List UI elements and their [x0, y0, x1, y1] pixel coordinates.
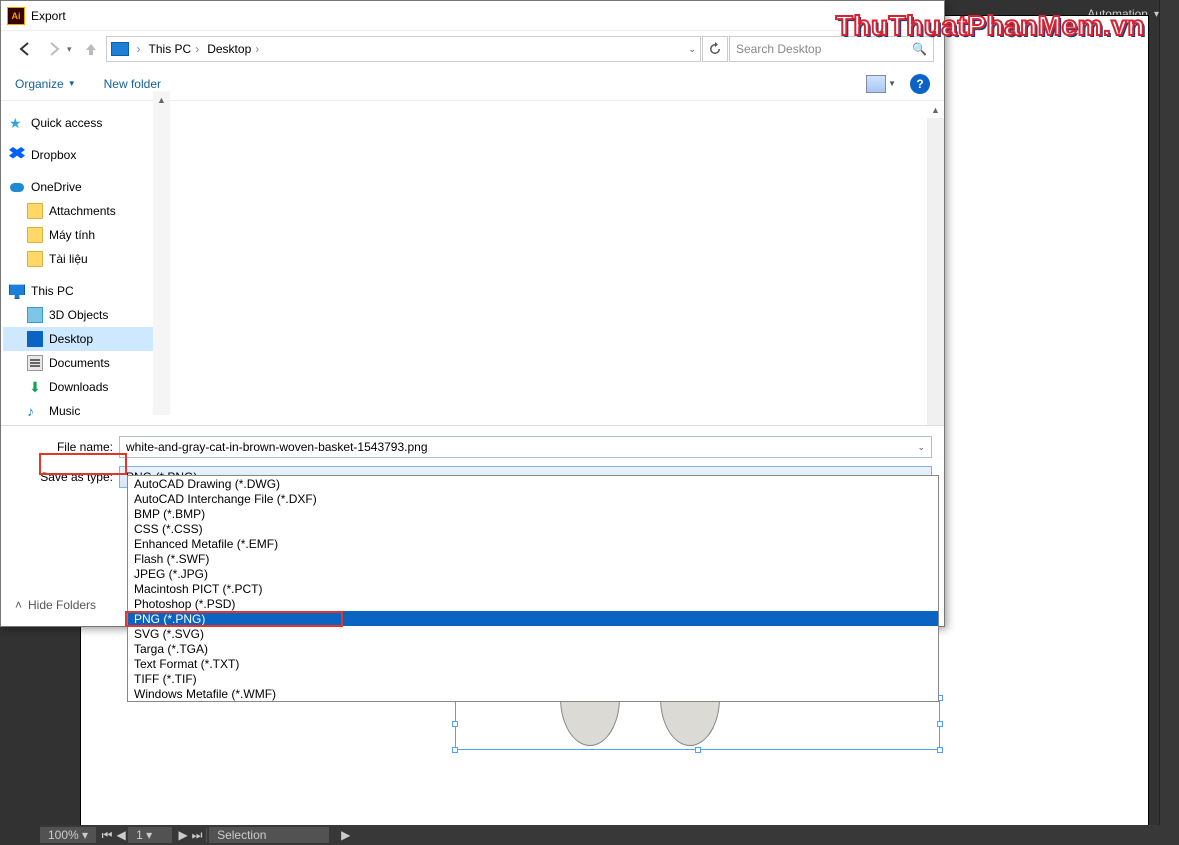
folder-icon: [27, 227, 43, 243]
folder-icon: [27, 203, 43, 219]
tree-item[interactable]: Attachments: [3, 199, 153, 223]
save-type-option[interactable]: Text Format (*.TXT): [128, 656, 938, 671]
scrollbar[interactable]: ▲: [927, 101, 944, 425]
nav-pane: ★Quick access Dropbox OneDrive Attachmen…: [1, 101, 153, 425]
new-folder-button[interactable]: New folder: [104, 77, 161, 91]
back-button[interactable]: [11, 35, 39, 63]
save-type-option[interactable]: Flash (*.SWF): [128, 551, 938, 566]
organize-menu[interactable]: Organize▼: [15, 77, 76, 91]
file-list[interactable]: ▲: [153, 101, 944, 425]
save-type-option[interactable]: CSS (*.CSS): [128, 521, 938, 536]
selection-box[interactable]: [455, 698, 940, 750]
app-right-panel: [1159, 0, 1179, 845]
tree-item[interactable]: ♪Music: [3, 399, 153, 423]
save-type-dropdown[interactable]: AutoCAD Drawing (*.DWG)AutoCAD Interchan…: [127, 475, 939, 702]
tree-onedrive[interactable]: OneDrive: [3, 175, 153, 199]
tree-item[interactable]: ⬇Downloads: [3, 375, 153, 399]
nav-next-icon[interactable]: ▶: [176, 828, 190, 842]
tree-item[interactable]: 3D Objects: [3, 303, 153, 327]
save-type-option[interactable]: AutoCAD Interchange File (*.DXF): [128, 491, 938, 506]
save-type-option[interactable]: Windows Metafile (*.WMF): [128, 686, 938, 701]
nav-prev-icon[interactable]: ◀: [114, 828, 128, 842]
dropbox-icon: [9, 147, 25, 163]
refresh-button[interactable]: [702, 36, 728, 62]
view-button[interactable]: [866, 75, 886, 93]
save-type-option[interactable]: Photoshop (*.PSD): [128, 596, 938, 611]
selection-handle[interactable]: [937, 721, 943, 727]
tree-dropbox[interactable]: Dropbox: [3, 143, 153, 167]
hide-folders-button[interactable]: ˄ Hide Folders: [15, 598, 96, 612]
tree-item[interactable]: Tài liệu: [3, 247, 153, 271]
tree-quick-access[interactable]: ★Quick access: [3, 111, 153, 135]
cube-icon: [27, 307, 43, 323]
dialog-title: Export: [31, 9, 66, 23]
nav-scrollbar[interactable]: ▲: [153, 91, 170, 415]
save-type-option[interactable]: SVG (*.SVG): [128, 626, 938, 641]
tree-item[interactable]: Documents: [3, 351, 153, 375]
pc-icon: [111, 42, 129, 56]
nav-first-icon[interactable]: ⏮: [100, 828, 114, 843]
music-icon: ♪: [27, 403, 43, 419]
save-type-option[interactable]: BMP (*.BMP): [128, 506, 938, 521]
pc-icon: [9, 283, 25, 299]
search-placeholder: Search Desktop: [736, 42, 821, 56]
folder-icon: [27, 251, 43, 267]
search-icon: 🔍: [912, 42, 927, 56]
save-type-option[interactable]: Macintosh PICT (*.PCT): [128, 581, 938, 596]
scroll-left-icon[interactable]: ▶: [341, 828, 350, 842]
watermark: ThuThuatPhanMem.vn: [836, 10, 1145, 42]
breadcrumb[interactable]: This PC›: [149, 42, 204, 56]
status-mode[interactable]: Selection: [209, 827, 329, 843]
artboard-index[interactable]: 1 ▾: [128, 827, 172, 843]
download-icon: ⬇: [27, 379, 43, 395]
save-type-option[interactable]: PNG (*.PNG): [128, 611, 938, 626]
address-bar[interactable]: › This PC› Desktop› ⌄: [106, 36, 701, 62]
help-button[interactable]: ?: [910, 74, 930, 94]
nav-last-icon[interactable]: ⏭: [190, 828, 204, 843]
selection-handle[interactable]: [695, 747, 701, 753]
scroll-up-icon[interactable]: ▲: [927, 101, 944, 118]
save-type-label: Save as type:: [13, 470, 119, 484]
zoom-level[interactable]: 100% ▾: [40, 827, 96, 843]
dialog-body: ★Quick access Dropbox OneDrive Attachmen…: [1, 101, 944, 425]
address-dropdown-icon[interactable]: ⌄: [688, 44, 696, 55]
view-dropdown-icon[interactable]: ▼: [888, 79, 896, 88]
chevron-down-icon[interactable]: ⌄: [917, 442, 925, 453]
toolbar: Organize▼ New folder ▼ ?: [1, 67, 944, 101]
selection-handle[interactable]: [937, 747, 943, 753]
breadcrumb[interactable]: Desktop›: [207, 42, 263, 56]
save-type-option[interactable]: AutoCAD Drawing (*.DWG): [128, 476, 938, 491]
selection-handle[interactable]: [452, 747, 458, 753]
up-button[interactable]: [77, 35, 105, 63]
chevron-down-icon: ▾: [1154, 9, 1159, 20]
address-row: ▾ › This PC› Desktop› ⌄ Search Desktop 🔍: [1, 31, 944, 67]
selection-handle[interactable]: [452, 721, 458, 727]
save-type-option[interactable]: Targa (*.TGA): [128, 641, 938, 656]
save-type-option[interactable]: Enhanced Metafile (*.EMF): [128, 536, 938, 551]
file-name-input[interactable]: white-and-gray-cat-in-brown-woven-basket…: [119, 436, 932, 458]
dialog-titlebar: Ai Export: [1, 1, 944, 31]
document-icon: [27, 355, 43, 371]
save-type-option[interactable]: JPEG (*.JPG): [128, 566, 938, 581]
recent-locations[interactable]: ▾: [67, 44, 72, 55]
tree-this-pc[interactable]: This PC: [3, 279, 153, 303]
chevron-up-icon: ˄: [15, 598, 22, 612]
illustrator-icon: Ai: [7, 7, 25, 25]
status-bar: 100% ▾ ⏮ ◀ 1 ▾ ▶ ⏭ Selection ▶: [40, 825, 1179, 845]
tree-item-desktop[interactable]: Desktop: [3, 327, 153, 351]
save-type-option[interactable]: TIFF (*.TIF): [128, 671, 938, 686]
onedrive-icon: [9, 179, 25, 195]
star-icon: ★: [9, 115, 25, 131]
file-name-label: File name:: [13, 440, 119, 454]
tree-item[interactable]: Máy tính: [3, 223, 153, 247]
forward-button[interactable]: [40, 35, 68, 63]
desktop-icon: [27, 331, 43, 347]
